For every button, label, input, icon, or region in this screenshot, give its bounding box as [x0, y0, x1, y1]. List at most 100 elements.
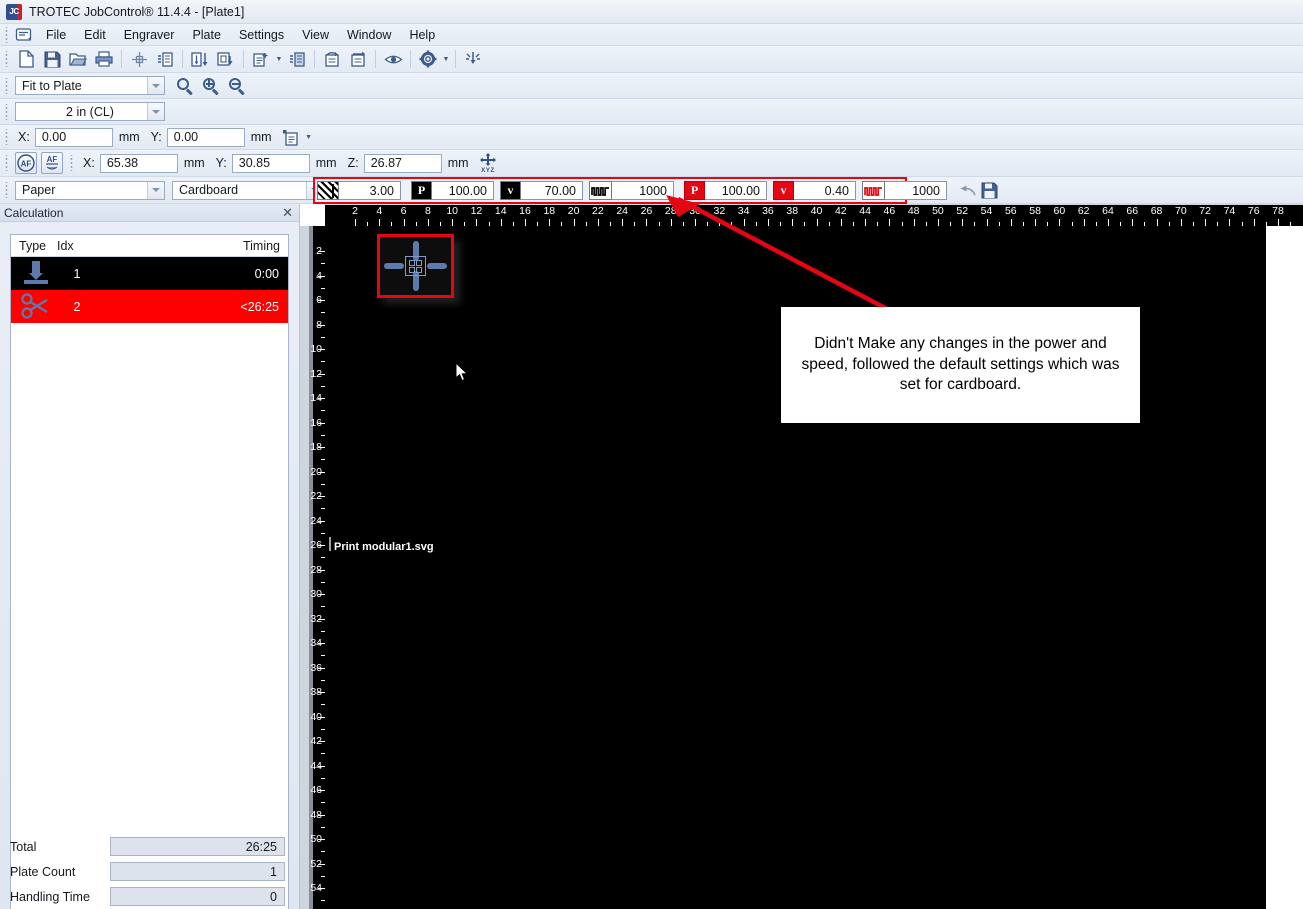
engrave-icon [14, 256, 58, 289]
job-x-label: X: [18, 130, 30, 144]
laser-y-value: 30.85 [238, 156, 271, 170]
laser-x-value: 65.38 [106, 156, 139, 170]
laser-z-input[interactable]: 26.87 [363, 153, 442, 173]
menu-window[interactable]: Window [338, 26, 400, 44]
open-icon[interactable] [66, 48, 90, 70]
sort-jobs-icon[interactable] [188, 48, 212, 70]
menu-help[interactable]: Help [400, 26, 444, 44]
settings-gear-icon[interactable] [416, 48, 440, 70]
ruler-h-label: 14 [494, 205, 507, 217]
cut-speed-value[interactable]: 0.40 [794, 181, 856, 200]
zoom-toolbar-grip[interactable] [3, 77, 11, 94]
ruler-h-label: 8 [424, 205, 431, 217]
ruler-h-tick [865, 219, 867, 226]
design-bar-left [384, 263, 404, 269]
laser-parameters-strip: 3.00 P 100.00 v 70.00 1000 P 100.00 v 0.… [313, 177, 998, 204]
jobcontrol-menu-icon[interactable] [13, 26, 33, 44]
job-x-input[interactable]: 0.00 [34, 127, 113, 147]
mouse-pointer-icon [455, 361, 469, 382]
application-window: JC TROTEC JobControl® 11.4.4 - [Plate1] … [0, 0, 1303, 909]
ruler-h-label: 50 [932, 205, 944, 217]
ruler-h-label: 70 [1174, 205, 1187, 217]
zoom-select-icon[interactable] [173, 75, 197, 97]
job-position-grip[interactable] [3, 129, 11, 145]
material-group-select[interactable]: Paper [15, 180, 165, 200]
menu-file[interactable]: File [37, 26, 75, 44]
ruler-h-label: 30 [689, 205, 701, 217]
menu-bar: File Edit Engraver Plate Settings View W… [0, 24, 1303, 46]
zoom-out-icon[interactable] [225, 75, 249, 97]
cut-power-value[interactable]: 100.00 [705, 181, 767, 200]
menu-edit[interactable]: Edit [75, 26, 115, 44]
print-icon[interactable] [92, 48, 116, 70]
engrave-frequency-value[interactable]: 1000 [612, 181, 674, 200]
job-position-chevron-down-icon[interactable]: ▼ [304, 127, 314, 147]
job-label: Print modular1.svg [334, 541, 434, 553]
connect-icon[interactable] [461, 48, 485, 70]
lens-chevron-down-icon[interactable] [147, 103, 164, 120]
menu-view[interactable]: View [293, 26, 338, 44]
zoom-mode-select[interactable]: Fit to Plate [15, 76, 165, 95]
ruler-v-tick [318, 520, 325, 522]
ruler-h-label: 32 [713, 205, 726, 217]
laser-x-input[interactable]: 65.38 [99, 153, 178, 173]
manual-focus-button[interactable]: AF [41, 152, 63, 174]
new-job-chevron-down-icon[interactable]: ▼ [274, 49, 284, 69]
lens-select[interactable]: 2 in (CL) [15, 102, 165, 121]
material-toolbar-grip[interactable] [3, 182, 11, 198]
material-select[interactable]: Cardboard [172, 180, 324, 200]
laser-position-grip[interactable] [3, 155, 11, 171]
new-job-icon[interactable] [249, 48, 273, 70]
cut-frequency-value[interactable]: 1000 [885, 181, 947, 200]
ruler-h-tick [452, 219, 454, 226]
ruler-v-tick [318, 863, 325, 865]
job-position-icon[interactable] [279, 126, 303, 148]
menu-settings[interactable]: Settings [230, 26, 293, 44]
zoom-mode-chevron-down-icon[interactable] [147, 77, 164, 94]
save-parameters-icon[interactable] [980, 180, 999, 202]
preview-eye-icon[interactable] [381, 48, 405, 70]
move-up-icon[interactable] [320, 48, 344, 70]
ruler-v-tick [318, 251, 325, 252]
center-icon[interactable] [127, 48, 151, 70]
undo-icon[interactable] [958, 180, 978, 202]
laser-y-label: Y: [215, 156, 227, 170]
toolbar-separator [455, 50, 456, 68]
menu-engraver[interactable]: Engraver [115, 26, 184, 44]
menu-drag-grip[interactable] [3, 26, 11, 43]
material-group-chevron-down-icon[interactable] [147, 181, 164, 199]
job-y-label: Y: [150, 130, 162, 144]
engrave-power-value[interactable]: 100.00 [432, 181, 494, 200]
zoom-mode-value: Fit to Plate [22, 78, 82, 93]
job-y-input[interactable]: 0.00 [166, 127, 245, 147]
move-down-icon[interactable] [346, 48, 370, 70]
settings-chevron-down-icon[interactable]: ▼ [441, 49, 451, 69]
laser-y-input[interactable]: 30.85 [231, 153, 310, 173]
app-logo-text: JC [9, 7, 19, 16]
main-toolbar-grip[interactable] [3, 51, 11, 67]
laser-position-grip-2[interactable] [68, 155, 76, 171]
ruler-h-label: 26 [640, 205, 653, 217]
lens-toolbar-grip[interactable] [3, 103, 11, 120]
engrave-speed-value[interactable]: 70.00 [521, 181, 583, 200]
job-graphic[interactable] [377, 234, 454, 298]
plate-down-icon[interactable] [214, 48, 238, 70]
cut-speed-group: v 0.40 [773, 180, 856, 201]
autofocus-button[interactable]: AF [15, 152, 37, 174]
zoom-in-icon[interactable] [199, 75, 223, 97]
ruler-h-label: 68 [1150, 205, 1163, 217]
save-icon[interactable] [40, 48, 64, 70]
summary-plate-count-value: 1 [110, 862, 285, 881]
laser-x-unit: mm [183, 156, 205, 170]
close-icon[interactable]: ✕ [282, 205, 293, 221]
menu-plate[interactable]: Plate [183, 26, 230, 44]
thickness-value[interactable]: 3.00 [339, 181, 401, 200]
duplicate-icon[interactable] [153, 48, 177, 70]
delete-job-icon[interactable] [285, 48, 309, 70]
new-plate-icon[interactable] [14, 48, 38, 70]
ruler-v-tick [318, 765, 325, 767]
ruler-v-tick [318, 594, 325, 595]
zoom-toolbar: Fit to Plate [0, 73, 1303, 99]
move-xyz-icon[interactable]: XYZ [476, 152, 500, 174]
ruler-h-tick [719, 219, 721, 226]
